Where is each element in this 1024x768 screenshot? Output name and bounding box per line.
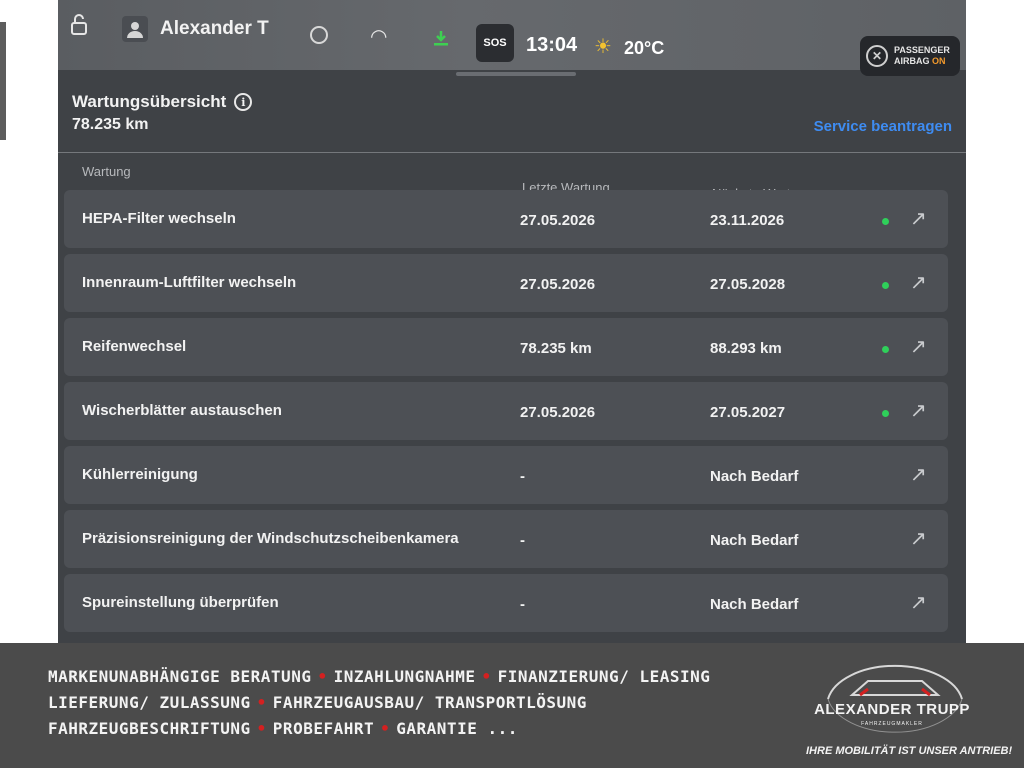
service-item: FAHRZEUGBESCHRIFTUNG: [48, 719, 251, 738]
table-row[interactable]: Präzisionsreinigung der Windschutzscheib…: [64, 510, 948, 568]
separator-dot-icon: •: [481, 667, 492, 686]
sun-icon: ☀: [594, 36, 612, 58]
next-maintenance: 27.05.2027: [710, 404, 786, 421]
logo-name: ALEXANDER TRUPP: [814, 701, 970, 718]
service-line-3: FAHRZEUGBESCHRIFTUNG • PROBEFAHRT • GARANTIE…: [48, 719, 710, 738]
status-ok-icon: [882, 218, 889, 225]
service-item: GARANTIE ...: [396, 719, 518, 738]
separator-dot-icon: •: [256, 719, 267, 738]
table-row[interactable]: HEPA-Filter wechseln 27.05.2026 23.11.2026…: [64, 190, 948, 248]
service-line-2: LIEFERUNG/ ZULASSUNG • FAHRZEUGAUSBAU/ TRA…: [48, 693, 710, 712]
panel-grabber[interactable]: [456, 72, 576, 76]
user-name[interactable]: Alexander T: [160, 18, 269, 40]
dealer-banner: MARKENUNABHÄNGIGE BERATUNG • INZAHLUNGNAHM…: [0, 643, 1024, 768]
maintenance-name: Wischerblätter austauschen: [82, 402, 282, 419]
next-maintenance: Nach Bedarf: [710, 596, 799, 613]
last-maintenance: -: [520, 532, 525, 549]
clock: 13:04: [526, 34, 578, 56]
arrow-up-right-icon[interactable]: ↗: [910, 526, 927, 551]
next-maintenance: Nach Bedarf: [710, 532, 799, 549]
service-item: LIEFERUNG/ ZULASSUNG: [48, 693, 251, 712]
maintenance-name: Präzisionsreinigung der Windschutzscheib…: [82, 530, 459, 547]
last-maintenance: 27.05.2026: [520, 404, 596, 421]
maintenance-name: Kühlerreinigung: [82, 466, 198, 483]
maintenance-name: Innenraum-Luftfilter wechseln: [82, 274, 297, 291]
service-item: MARKENUNABHÄNGIGE BERATUNG: [48, 667, 312, 686]
logo-subtitle: FAHRZEUGMAKLER: [861, 721, 923, 727]
wifi-icon[interactable]: ◠: [370, 24, 387, 49]
last-maintenance: -: [520, 468, 525, 485]
next-maintenance: Nach Bedarf: [710, 468, 799, 485]
table-row[interactable]: Reifenwechsel 78.235 km 88.293 km ↗: [64, 318, 948, 376]
arrow-up-right-icon[interactable]: ↗: [910, 462, 927, 487]
user-icon[interactable]: [122, 16, 148, 42]
arrow-up-right-icon[interactable]: ↗: [910, 334, 927, 359]
service-request-link[interactable]: Service beantragen: [814, 118, 952, 135]
arrow-up-right-icon[interactable]: ↗: [910, 206, 927, 231]
arrow-up-right-icon[interactable]: ↗: [910, 398, 927, 423]
table-row[interactable]: Spureinstellung überprüfen - Nach Bedarf ↗: [64, 574, 948, 632]
service-list: MARKENUNABHÄNGIGE BERATUNG • INZAHLUNGNAHM…: [48, 667, 710, 745]
lock-icon[interactable]: [70, 14, 88, 36]
header-divider: [58, 152, 966, 153]
temperature: 20°C: [624, 38, 665, 58]
separator-dot-icon: •: [317, 667, 328, 686]
status-ok-icon: [882, 346, 889, 353]
maintenance-table: HEPA-Filter wechseln 27.05.2026 23.11.2026…: [64, 190, 948, 638]
sos-button[interactable]: SOS: [476, 24, 514, 62]
service-item: PROBEFAHRT: [272, 719, 375, 738]
passenger-airbag-indicator: ✕ PASSENGER AIRBAG ON: [860, 36, 960, 76]
next-maintenance: 27.05.2028: [710, 276, 786, 293]
table-row[interactable]: Kühlerreinigung - Nach Bedarf ↗: [64, 446, 948, 504]
next-maintenance: 23.11.2026: [710, 212, 785, 229]
tagline: IHRE MOBILITÄT IST UNSER ANTRIEB!: [806, 745, 1013, 757]
table-row[interactable]: Innenraum-Luftfilter wechseln 27.05.2026 2…: [64, 254, 948, 312]
info-icon[interactable]: i: [234, 93, 253, 111]
download-icon[interactable]: [432, 30, 450, 46]
page-title: Wartungsübersicht i: [72, 92, 253, 112]
service-line-1: MARKENUNABHÄNGIGE BERATUNG • INZAHLUNGNAHM…: [48, 667, 710, 686]
last-maintenance: 27.05.2026: [520, 276, 596, 293]
status-ok-icon: [882, 410, 889, 417]
arrow-up-right-icon[interactable]: ↗: [910, 590, 927, 615]
airbag-label2: AIRBAG: [894, 56, 930, 66]
service-item: FINANZIERUNG/ LEASING: [497, 667, 711, 686]
last-maintenance: 27.05.2026: [520, 212, 596, 229]
service-item: FAHRZEUGAUSBAU/ TRANSPORTLÖSUNG: [272, 693, 587, 712]
circle-icon[interactable]: [310, 26, 328, 44]
status-bar: Alexander T ◠ SOS 13:04 ☀ 20°C ✕ PASSENG…: [58, 0, 966, 76]
maintenance-name: Spureinstellung überprüfen: [82, 594, 279, 611]
next-maintenance: 88.293 km: [710, 340, 782, 357]
separator-dot-icon: •: [256, 693, 267, 712]
separator-dot-icon: •: [380, 719, 391, 738]
sos-label: SOS: [483, 37, 507, 49]
last-maintenance: -: [520, 596, 525, 613]
airbag-off-icon: ✕: [866, 45, 888, 67]
left-edge-mark: [0, 22, 6, 140]
last-maintenance: 78.235 km: [520, 340, 592, 357]
airbag-label: PASSENGER: [894, 45, 950, 55]
page-title-text: Wartungsübersicht: [72, 92, 227, 111]
airbag-text: PASSENGER AIRBAG ON: [894, 45, 950, 67]
maintenance-name: Reifenwechsel: [82, 338, 187, 355]
arrow-up-right-icon[interactable]: ↗: [910, 270, 927, 295]
airbag-state: ON: [932, 56, 946, 66]
table-row[interactable]: Wischerblätter austauschen 27.05.2026 27.0…: [64, 382, 948, 440]
status-ok-icon: [882, 282, 889, 289]
car-display: Alexander T ◠ SOS 13:04 ☀ 20°C ✕ PASSENG…: [58, 0, 966, 643]
service-item: INZAHLUNGNAHME: [333, 667, 476, 686]
odometer: 78.235 km: [72, 116, 149, 133]
maintenance-name: HEPA-Filter wechseln: [82, 210, 236, 227]
column-header-name: Wartung: [82, 164, 131, 179]
